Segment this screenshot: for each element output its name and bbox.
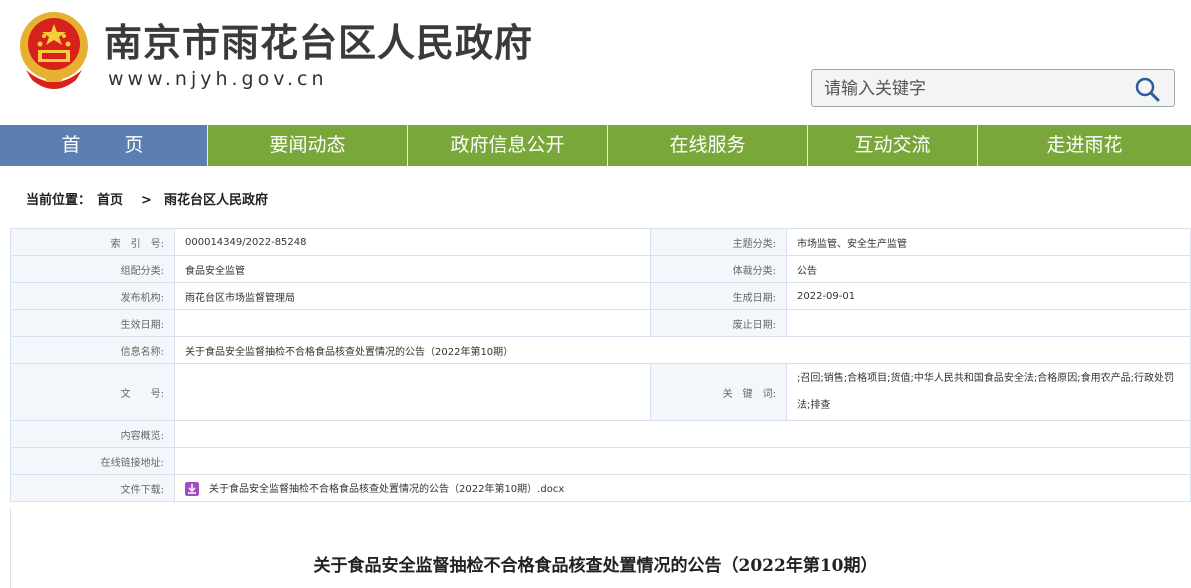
- expiry-value: [786, 309, 1191, 337]
- breadcrumb: 当前位置： 首页 > 雨花台区人民政府: [26, 189, 274, 208]
- article-title: 关于食品安全监督抽检不合格食品核查处置情况的公告（2022年第10期）: [313, 556, 878, 576]
- breadcrumb-prefix: 当前位置：: [26, 193, 92, 208]
- breadcrumb-current[interactable]: 雨花台区人民政府: [164, 193, 268, 208]
- doc-label: 文 号:: [10, 363, 175, 421]
- genre-label: 体裁分类:: [650, 255, 787, 283]
- created-label: 生成日期:: [650, 282, 787, 310]
- name-value: 关于食品安全监督抽检不合格食品核查处置情况的公告（2022年第10期）: [174, 336, 1191, 364]
- download-icon[interactable]: [185, 482, 199, 496]
- summary-value: [174, 420, 1191, 448]
- main-nav: 首 页 要闻动态 政府信息公开 在线服务 互动交流 走进雨花: [0, 125, 1191, 166]
- link-label: 在线链接地址:: [10, 447, 175, 475]
- table-row: 索 引 号: 000014349/2022-85248 主题分类: 市场监管、安…: [10, 228, 1191, 256]
- nav-item-about[interactable]: 走进雨花: [978, 125, 1191, 166]
- created-value: 2022-09-01: [786, 282, 1191, 310]
- search-input[interactable]: [822, 76, 1126, 102]
- org-value: 食品安全监管: [174, 255, 651, 283]
- info-table: 索 引 号: 000014349/2022-85248 主题分类: 市场监管、安…: [10, 228, 1191, 502]
- nav-item-interaction[interactable]: 互动交流: [808, 125, 978, 166]
- download-link[interactable]: 关于食品安全监督抽检不合格食品核查处置情况的公告（2022年第10期）.docx: [209, 484, 564, 495]
- search-icon[interactable]: [1134, 76, 1160, 102]
- effective-label: 生效日期:: [10, 309, 175, 337]
- table-row: 在线链接地址:: [10, 447, 1191, 475]
- breadcrumb-separator: >: [141, 193, 152, 208]
- table-row: 内容概览:: [10, 420, 1191, 448]
- index-value: 000014349/2022-85248: [174, 228, 651, 256]
- nav-item-online-service[interactable]: 在线服务: [608, 125, 808, 166]
- publisher-value: 雨花台区市场监督管理局: [174, 282, 651, 310]
- doc-value: [174, 363, 651, 421]
- name-label: 信息名称:: [10, 336, 175, 364]
- table-row: 文 号: 关 键 词: ;召回;销售;合格项目;货值;中华人民共和国食品安全法;…: [10, 363, 1191, 421]
- topic-label: 主题分类:: [650, 228, 787, 256]
- breadcrumb-home[interactable]: 首页: [97, 193, 123, 208]
- topic-value: 市场监管、安全生产监管: [786, 228, 1191, 256]
- table-row: 发布机构: 雨花台区市场监督管理局 生成日期: 2022-09-01: [10, 282, 1191, 310]
- site-header: 南京市雨花台区人民政府 www.njyh.gov.cn: [0, 0, 1191, 125]
- download-label: 文件下载:: [10, 474, 175, 502]
- article-frame: [10, 508, 1191, 588]
- nav-item-home[interactable]: 首 页: [0, 125, 208, 166]
- keywords-label: 关 键 词:: [650, 363, 787, 421]
- table-row: 信息名称: 关于食品安全监督抽检不合格食品核查处置情况的公告（2022年第10期…: [10, 336, 1191, 364]
- table-row: 组配分类: 食品安全监管 体裁分类: 公告: [10, 255, 1191, 283]
- site-title: 南京市雨花台区人民政府: [104, 21, 534, 65]
- link-value: [174, 447, 1191, 475]
- national-emblem-icon: [20, 12, 88, 89]
- org-label: 组配分类:: [10, 255, 175, 283]
- summary-label: 内容概览:: [10, 420, 175, 448]
- table-row: 文件下载: 关于食品安全监督抽检不合格食品核查处置情况的公告（2022年第10期…: [10, 474, 1191, 502]
- search-box: [811, 69, 1175, 107]
- expiry-label: 废止日期:: [650, 309, 787, 337]
- index-label: 索 引 号:: [10, 228, 175, 256]
- download-cell: 关于食品安全监督抽检不合格食品核查处置情况的公告（2022年第10期）.docx: [174, 474, 1191, 502]
- genre-value: 公告: [786, 255, 1191, 283]
- nav-item-gov-info[interactable]: 政府信息公开: [408, 125, 608, 166]
- keywords-value: ;召回;销售;合格项目;货值;中华人民共和国食品安全法;合格原因;食用农产品;行…: [786, 363, 1191, 421]
- publisher-label: 发布机构:: [10, 282, 175, 310]
- site-url[interactable]: www.njyh.gov.cn: [108, 68, 328, 90]
- effective-value: [174, 309, 651, 337]
- nav-item-news[interactable]: 要闻动态: [208, 125, 408, 166]
- table-row: 生效日期: 废止日期:: [10, 309, 1191, 337]
